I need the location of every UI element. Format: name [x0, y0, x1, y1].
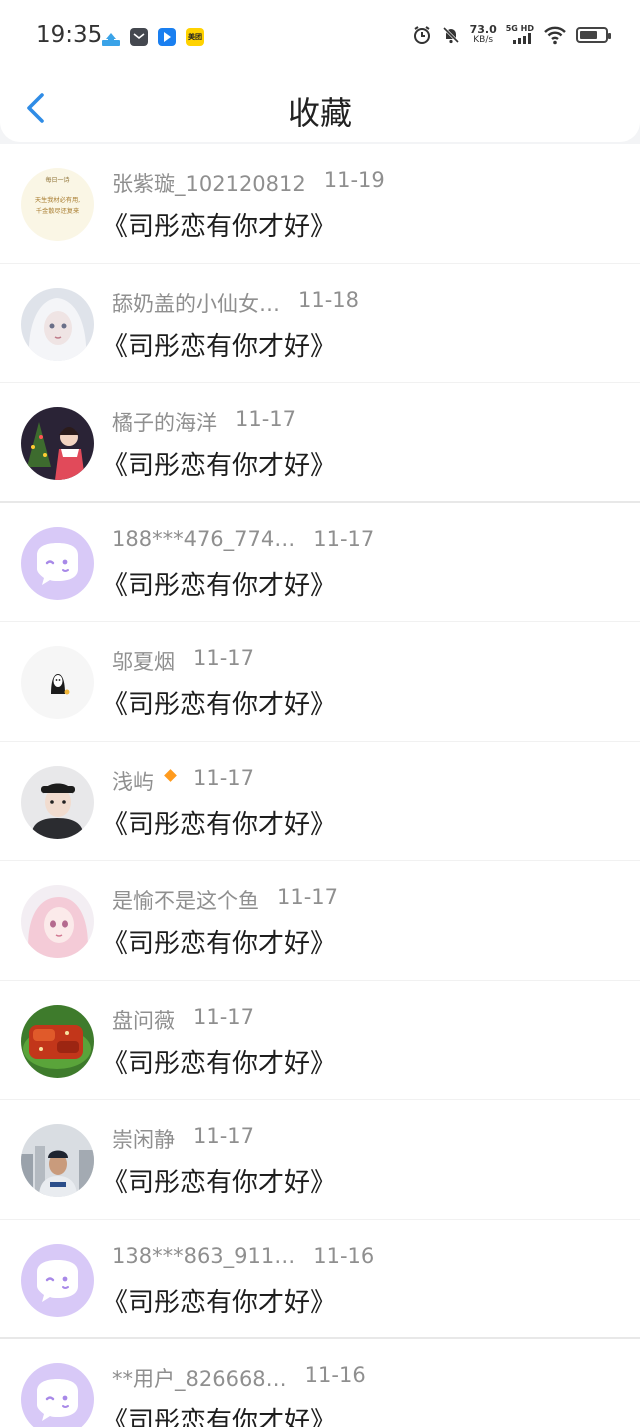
list-item[interactable]: 盘问薇 11-17 《司彤恋有你才好》 [0, 980, 640, 1100]
list-item[interactable]: 橘子的海洋 11-17 《司彤恋有你才好》 [0, 383, 640, 503]
user-name[interactable]: 橘子的海洋 [112, 407, 217, 437]
item-meta: 138***863_911… 11-16 [112, 1244, 374, 1268]
item-meta: 张紫璇_102120812 11-19 [112, 168, 385, 198]
favorites-list[interactable]: 每日一诗天生我材必有用, 千金散尽还复来 张紫璇_102120812 11-19 《… [0, 144, 640, 1427]
message-app-icon [130, 28, 148, 46]
list-item[interactable]: 浅屿 11-17 《司彤恋有你才好》 [0, 741, 640, 861]
vip-badge-icon [164, 768, 177, 782]
avatar[interactable] [21, 407, 94, 480]
network-type: 5G HD [506, 24, 534, 46]
item-date: 11-17 [193, 1004, 255, 1029]
item-date: 11-18 [298, 287, 360, 312]
list-item[interactable]: 188***476_774… 11-17 《司彤恋有你才好》 [0, 502, 640, 622]
item-title[interactable]: 《司彤恋有你才好》 [102, 565, 336, 602]
user-name[interactable]: 邬夏烟 [112, 646, 175, 676]
net-speed-unit: KB/s [473, 35, 494, 45]
item-title[interactable]: 《司彤恋有你才好》 [102, 923, 336, 960]
network-label: 5G HD [505, 24, 534, 33]
list-item[interactable]: 舔奶盖的小仙女… 11-18 《司彤恋有你才好》 [0, 263, 640, 383]
list-item[interactable]: 每日一诗天生我材必有用, 千金散尽还复来 张紫璇_102120812 11-19 《… [0, 144, 640, 264]
avatar-text-line1: 天生我材必有用, [35, 196, 80, 204]
avatar-text-line2: 千金散尽还复来 [36, 207, 79, 215]
home-app-icon [102, 28, 120, 46]
list-item[interactable]: 崇闲静 11-17 《司彤恋有你才好》 [0, 1100, 640, 1220]
user-name[interactable]: 188***476_774… [112, 527, 295, 551]
item-meta: 崇闲静 11-17 [112, 1124, 254, 1154]
item-date: 11-16 [313, 1243, 375, 1268]
item-date: 11-17 [193, 765, 255, 790]
status-app-icons: 美团 [102, 28, 204, 46]
item-title[interactable]: 《司彤恋有你才好》 [102, 326, 336, 363]
list-item[interactable]: 138***863_911… 11-16 《司彤恋有你才好》 [0, 1219, 640, 1339]
item-meta: 邬夏烟 11-17 [112, 646, 254, 676]
avatar[interactable] [21, 1124, 94, 1197]
battery-icon [576, 27, 611, 43]
avatar[interactable] [21, 646, 94, 719]
avatar[interactable] [21, 1004, 94, 1078]
list-item[interactable]: 是愉不是这个鱼 11-17 《司彤恋有你才好》 [0, 861, 640, 981]
user-name[interactable]: 浅屿 [112, 766, 154, 796]
avatar[interactable] [21, 765, 94, 839]
avatar[interactable] [21, 885, 94, 958]
nav-app-icon [158, 28, 176, 46]
user-name[interactable]: 张紫璇_102120812 [112, 168, 306, 198]
item-date: 11-16 [304, 1363, 366, 1387]
item-date: 11-19 [323, 168, 385, 192]
item-title[interactable]: 《司彤恋有你才好》 [102, 1282, 336, 1319]
item-title[interactable]: 《司彤恋有你才好》 [102, 684, 336, 721]
item-meta: 舔奶盖的小仙女… 11-18 [112, 288, 359, 318]
item-meta: 是愉不是这个鱼 11-17 [112, 885, 338, 915]
avatar-text-top: 每日一诗 [45, 176, 69, 184]
list-item[interactable]: **用户_826668… 11-16 《司彤恋有你才好》 [0, 1339, 640, 1427]
item-date: 11-17 [277, 885, 339, 909]
user-name[interactable]: 盘问薇 [112, 1005, 175, 1035]
list-item[interactable]: 邬夏烟 11-17 《司彤恋有你才好》 [0, 622, 640, 742]
meituan-label: 美团 [188, 33, 202, 41]
item-title[interactable]: 《司彤恋有你才好》 [102, 206, 336, 243]
status-bar: 19:35 美团 73.0 KB/s 5G HD [0, 0, 640, 78]
item-date: 11-17 [235, 407, 297, 431]
avatar[interactable] [21, 1363, 94, 1427]
item-date: 11-17 [193, 646, 255, 670]
nav-bar: 收藏 [0, 78, 640, 142]
avatar[interactable]: 每日一诗天生我材必有用, 千金散尽还复来 [21, 168, 94, 241]
item-date: 11-17 [313, 526, 375, 551]
net-speed: 73.0 KB/s [470, 24, 497, 46]
status-time: 19:35 [36, 22, 103, 48]
user-name[interactable]: **用户_826668… [112, 1363, 287, 1393]
item-title[interactable]: 《司彤恋有你才好》 [102, 445, 336, 482]
signal-icon [513, 33, 531, 44]
user-name[interactable]: 138***863_911… [112, 1244, 295, 1268]
mute-bell-icon [442, 26, 459, 44]
item-title[interactable]: 《司彤恋有你才好》 [102, 1043, 336, 1080]
item-title[interactable]: 《司彤恋有你才好》 [102, 1401, 336, 1427]
item-meta: 188***476_774… 11-17 [112, 527, 374, 551]
item-meta: 盘问薇 11-17 [112, 1005, 254, 1035]
user-name[interactable]: 崇闲静 [112, 1124, 175, 1154]
user-name[interactable]: 是愉不是这个鱼 [112, 885, 259, 915]
item-meta: 浅屿 11-17 [112, 766, 254, 796]
user-name[interactable]: 舔奶盖的小仙女… [112, 288, 280, 318]
avatar[interactable] [21, 526, 94, 600]
wifi-icon [544, 26, 566, 45]
item-meta: 橘子的海洋 11-17 [112, 407, 296, 437]
status-indicators: 73.0 KB/s 5G HD [412, 24, 611, 46]
avatar[interactable] [21, 1243, 94, 1317]
meituan-app-icon: 美团 [186, 28, 204, 46]
avatar[interactable] [21, 287, 94, 361]
item-meta: **用户_826668… 11-16 [112, 1363, 366, 1393]
page-title: 收藏 [287, 94, 352, 132]
item-title[interactable]: 《司彤恋有你才好》 [102, 1162, 336, 1199]
net-speed-value: 73.0 [469, 23, 497, 36]
item-date: 11-17 [193, 1124, 255, 1148]
alarm-icon [413, 26, 430, 44]
item-title[interactable]: 《司彤恋有你才好》 [102, 804, 336, 841]
